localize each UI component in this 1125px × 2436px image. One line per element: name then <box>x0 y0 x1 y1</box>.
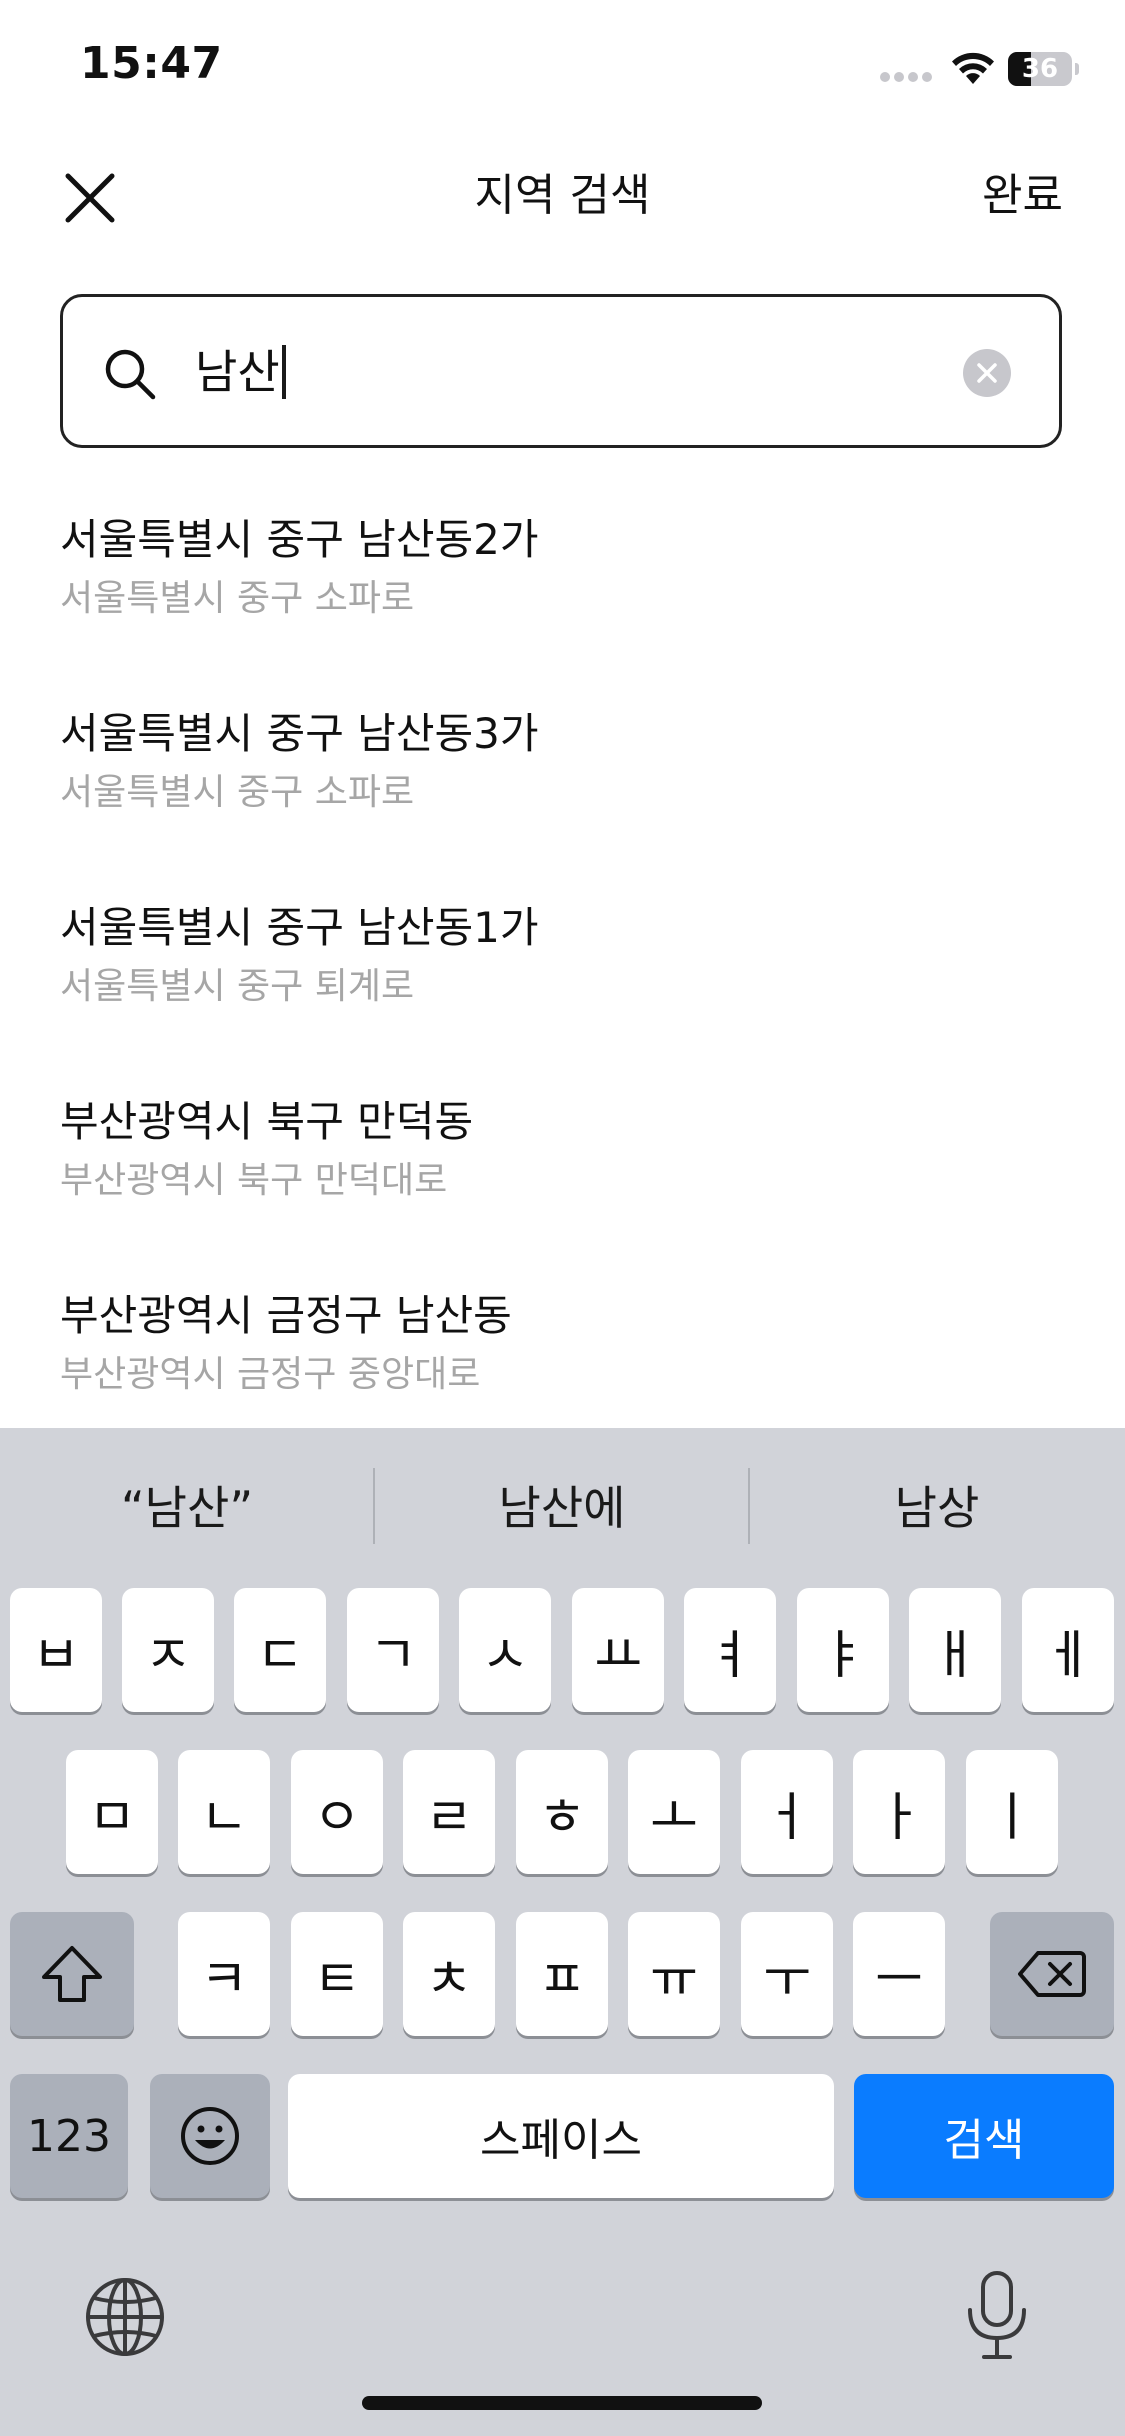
suggestion-item[interactable]: 남상 <box>750 1468 1124 1548</box>
emoji-icon <box>181 2107 239 2165</box>
key-j[interactable]: ㅈ <box>122 1588 214 1712</box>
key-ieung[interactable]: ㅇ <box>291 1750 383 1874</box>
result-title: 부산광역시 금정구 남산동 <box>60 1291 512 1340</box>
text-caret <box>281 345 286 399</box>
key-eu[interactable]: ㅡ <box>853 1912 945 2036</box>
key-d[interactable]: ㄷ <box>234 1588 326 1712</box>
search-input-value: 남산 <box>195 341 286 403</box>
result-subtitle: 부산광역시 금정구 중앙대로 <box>60 1354 481 1395</box>
result-title: 서울특별시 중구 남산동1가 <box>60 903 539 952</box>
search-icon <box>105 349 156 400</box>
key-u[interactable]: ㅜ <box>741 1912 833 2036</box>
clear-icon <box>977 363 997 383</box>
space-key[interactable]: 스페이스 <box>288 2074 834 2198</box>
cellular-signal-icon <box>880 72 934 82</box>
key-g[interactable]: ㄱ <box>347 1588 439 1712</box>
backspace-key[interactable] <box>990 1912 1114 2036</box>
result-subtitle: 서울특별시 중구 소파로 <box>60 578 415 619</box>
globe-icon[interactable] <box>84 2276 166 2358</box>
result-title: 부산광역시 북구 만덕동 <box>60 1097 474 1146</box>
key-r[interactable]: ㄹ <box>403 1750 495 1874</box>
suggestion-item[interactable]: 남산에 <box>375 1468 749 1548</box>
numbers-key-label: 123 <box>27 2110 111 2162</box>
key-p[interactable]: ㅍ <box>516 1912 608 2036</box>
result-item[interactable]: 부산광역시 북구 만덕동 부산광역시 북구 만덕대로 <box>0 1092 1125 1286</box>
key-e[interactable]: ㅔ <box>1022 1588 1114 1712</box>
result-subtitle: 서울특별시 중구 소파로 <box>60 772 415 813</box>
clear-search-button[interactable] <box>963 349 1011 397</box>
search-key[interactable]: 검색 <box>854 2074 1114 2198</box>
battery-percent: 36 <box>1021 54 1059 84</box>
key-a[interactable]: ㅏ <box>853 1750 945 1874</box>
space-key-label: 스페이스 <box>480 2115 642 2166</box>
result-subtitle: 부산광역시 북구 만덕대로 <box>60 1160 448 1201</box>
battery-icon: 36 <box>1008 52 1080 86</box>
shift-key[interactable] <box>10 1912 134 2036</box>
key-b[interactable]: ㅂ <box>10 1588 102 1712</box>
status-bar: 15:47 36 <box>0 0 1125 140</box>
search-input[interactable]: 남산 <box>60 294 1062 448</box>
done-button[interactable]: 완료 <box>982 166 1063 226</box>
numbers-key[interactable]: 123 <box>10 2074 128 2198</box>
status-time: 15:47 <box>80 38 223 89</box>
result-subtitle: 서울특별시 중구 퇴계로 <box>60 966 415 1007</box>
wifi-icon <box>952 52 994 84</box>
search-results-list: 서울특별시 중구 남산동2가 서울특별시 중구 소파로 서울특별시 중구 남산동… <box>0 510 1125 1480</box>
key-yo[interactable]: ㅛ <box>572 1588 664 1712</box>
key-ya[interactable]: ㅑ <box>797 1588 889 1712</box>
key-m[interactable]: ㅁ <box>66 1750 158 1874</box>
shift-icon <box>42 1946 102 2002</box>
home-indicator <box>362 2396 762 2410</box>
key-s[interactable]: ㅅ <box>459 1588 551 1712</box>
search-key-label: 검색 <box>943 2115 1025 2166</box>
key-n[interactable]: ㄴ <box>178 1750 270 1874</box>
result-title: 서울특별시 중구 남산동3가 <box>60 709 539 758</box>
page-title: 지역 검색 <box>474 170 651 221</box>
key-t[interactable]: ㅌ <box>291 1912 383 2036</box>
key-ch[interactable]: ㅊ <box>403 1912 495 2036</box>
microphone-icon[interactable] <box>962 2270 1032 2362</box>
key-h[interactable]: ㅎ <box>516 1750 608 1874</box>
key-yeo[interactable]: ㅕ <box>684 1588 776 1712</box>
keyboard: “남산” 남산에 남상 ㅂ ㅈ ㄷ ㄱ ㅅ ㅛ ㅕ ㅑ ㅐ ㅔ ㅁ ㄴ ㅇ ㄹ … <box>0 1428 1125 2436</box>
result-item[interactable]: 서울특별시 중구 남산동1가 서울특별시 중구 퇴계로 <box>0 898 1125 1092</box>
key-yu[interactable]: ㅠ <box>628 1912 720 2036</box>
result-title: 서울특별시 중구 남산동2가 <box>60 515 539 564</box>
search-query: 남산 <box>195 345 280 399</box>
key-o[interactable]: ㅗ <box>628 1750 720 1874</box>
key-i[interactable]: ㅣ <box>966 1750 1058 1874</box>
key-eo[interactable]: ㅓ <box>741 1750 833 1874</box>
result-item[interactable]: 서울특별시 중구 남산동3가 서울특별시 중구 소파로 <box>0 704 1125 898</box>
emoji-key[interactable] <box>150 2074 270 2198</box>
backspace-icon <box>1018 1951 1086 1997</box>
suggestion-bar: “남산” 남산에 남상 <box>0 1428 1125 1578</box>
result-item[interactable]: 서울특별시 중구 남산동2가 서울특별시 중구 소파로 <box>0 510 1125 704</box>
suggestion-item[interactable]: “남산” <box>0 1468 374 1548</box>
key-k[interactable]: ㅋ <box>178 1912 270 2036</box>
key-ae[interactable]: ㅐ <box>909 1588 1001 1712</box>
